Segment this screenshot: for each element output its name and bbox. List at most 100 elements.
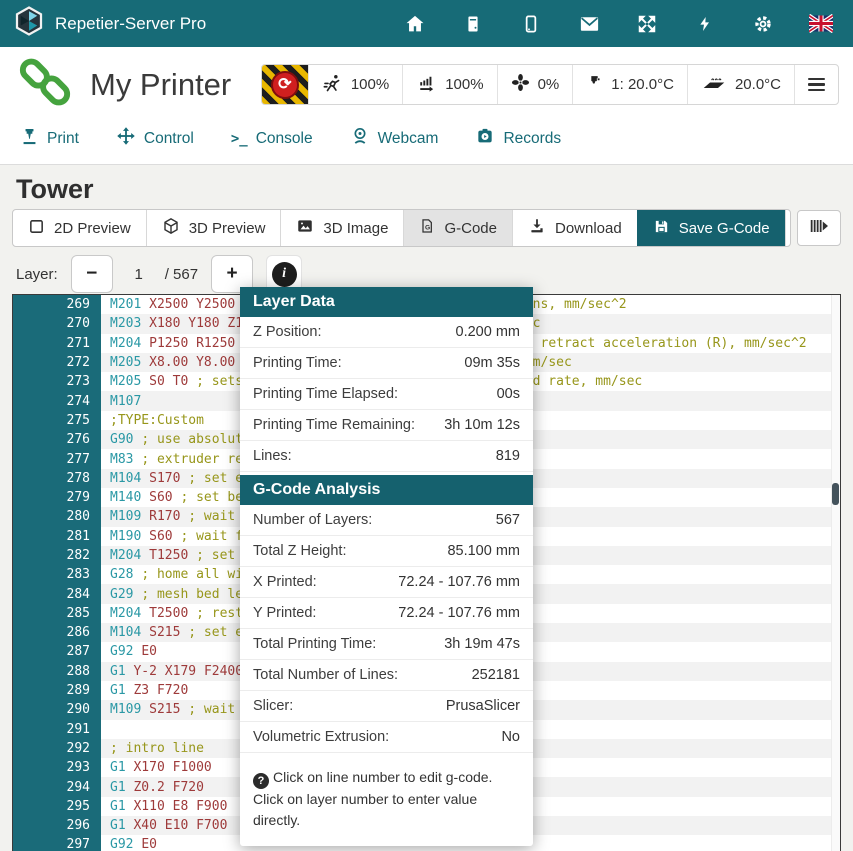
line-number[interactable]: 281 [13,527,101,546]
emergency-stop-icon: ⟳ [271,71,299,99]
line-number[interactable]: 270 [13,314,101,333]
flow-multiplier[interactable]: 100% [402,65,496,104]
line-number[interactable]: 278 [13,469,101,488]
popup-help-note: ?Click on line number to edit g-code. Cl… [240,756,533,846]
layer-current[interactable]: 1 [126,266,152,283]
line-number[interactable]: 289 [13,681,101,700]
image-3d-button[interactable]: 3D Image [280,210,403,246]
printer-name: My Printer [90,67,231,103]
bed-temp-value: 20.0°C [735,76,781,93]
line-number[interactable]: 274 [13,391,101,410]
tab-records-label: Records [503,130,561,148]
webcam-icon [350,126,370,151]
extruder-temperature[interactable]: 1: 20.0°C [572,65,687,104]
download-button[interactable]: Download [512,210,637,246]
continue-print-button[interactable] [797,210,841,246]
help-icon: ? [253,773,269,789]
popup-info-row: Volumetric Extrusion:No [240,722,533,753]
layer-decrement-button[interactable]: − [71,255,113,293]
popup-info-row: Total Z Height:85.100 mm [240,536,533,567]
line-number[interactable]: 285 [13,604,101,623]
code-text: G1 Z3 F720 [101,683,188,698]
power-icon[interactable] [693,12,717,36]
popup-row-label: Z Position: [253,323,322,342]
line-number[interactable]: 276 [13,430,101,449]
line-number[interactable]: 288 [13,662,101,681]
devices-icon[interactable] [519,12,543,36]
preview-2d-button[interactable]: 2D Preview [13,210,146,246]
line-number[interactable]: 282 [13,546,101,565]
line-number[interactable]: 275 [13,411,101,430]
line-number[interactable]: 272 [13,353,101,372]
speed-icon [322,73,343,97]
brand[interactable]: Repetier-Server Pro [14,6,206,41]
popup-info-row: Printing Time Elapsed:00s [240,379,533,410]
tab-records[interactable]: Records [475,126,561,151]
popup-row-value: PrusaSlicer [446,697,520,716]
page-title: Tower [16,173,841,206]
save-gcode-button[interactable]: Save G-Code [637,210,785,246]
line-number[interactable]: 297 [13,835,101,851]
repetier-logo-icon [14,6,44,41]
line-number[interactable]: 294 [13,777,101,796]
gcode-file-icon: G [419,217,435,239]
popup-row-value: 252181 [472,666,520,685]
line-number[interactable]: 277 [13,449,101,468]
line-number[interactable]: 284 [13,584,101,603]
line-number[interactable]: 271 [13,334,101,353]
line-number[interactable]: 283 [13,565,101,584]
popup-info-row: Lines:819 [240,441,533,472]
language-flag-icon[interactable] [809,12,833,36]
code-text: G1 X110 E8 F900 [101,799,227,814]
line-number[interactable]: 287 [13,642,101,661]
line-number[interactable]: 290 [13,700,101,719]
line-number[interactable]: 279 [13,488,101,507]
printers-icon[interactable] [461,12,485,36]
line-number[interactable]: 292 [13,739,101,758]
line-number[interactable]: 286 [13,623,101,642]
line-number[interactable]: 269 [13,295,101,314]
tab-print[interactable]: Print [20,127,79,151]
layer-label: Layer: [16,266,58,283]
tab-console[interactable]: >_ Console [231,130,313,148]
popup-row-value: 3h 19m 47s [444,635,520,654]
square-outline-icon [28,218,45,239]
popup-row-value: 09m 35s [464,354,520,373]
fullscreen-icon[interactable] [635,12,659,36]
preview-3d-button[interactable]: 3D Preview [146,210,281,246]
line-number[interactable]: 291 [13,720,101,739]
code-text: G1 X170 F1000 [101,760,212,775]
fan-value: 0% [538,76,560,93]
layer-info-popover: Layer DataZ Position:0.200 mmPrinting Ti… [240,287,533,846]
popup-info-row: Printing Time Remaining:3h 10m 12s [240,410,533,441]
line-number[interactable]: 273 [13,372,101,391]
speed-multiplier[interactable]: 100% [308,65,402,104]
popup-info-row: Total Number of Lines:252181 [240,660,533,691]
messages-icon[interactable] [577,12,601,36]
popup-row-label: X Printed: [253,573,317,592]
home-icon[interactable] [403,12,427,36]
gcode-view-button[interactable]: G G-Code [403,210,512,246]
code-scrollbar-track[interactable] [831,295,840,851]
settings-gear-icon[interactable] [751,12,775,36]
print-job-button[interactable] [785,210,792,246]
line-number[interactable]: 280 [13,507,101,526]
printer-menu-button[interactable] [794,65,838,104]
popup-row-label: Printing Time Elapsed: [253,385,398,404]
tab-webcam-label: Webcam [378,130,439,148]
popup-row-value: 567 [496,511,520,530]
bed-temperature[interactable]: 20.0°C [687,65,794,104]
console-icon: >_ [231,131,248,147]
line-number[interactable]: 293 [13,758,101,777]
fan-control[interactable]: 0% [497,65,573,104]
line-number[interactable]: 295 [13,797,101,816]
tab-console-label: Console [256,130,313,148]
tab-control[interactable]: Control [116,126,194,151]
line-number[interactable]: 296 [13,816,101,835]
emergency-stop-button[interactable]: ⟳ [262,65,308,104]
popup-info-row: Printing Time:09m 35s [240,348,533,379]
code-scrollbar-thumb[interactable] [832,483,839,505]
extruder-nozzle-icon [586,73,603,96]
cube-icon [162,217,180,239]
tab-webcam[interactable]: Webcam [350,126,439,151]
